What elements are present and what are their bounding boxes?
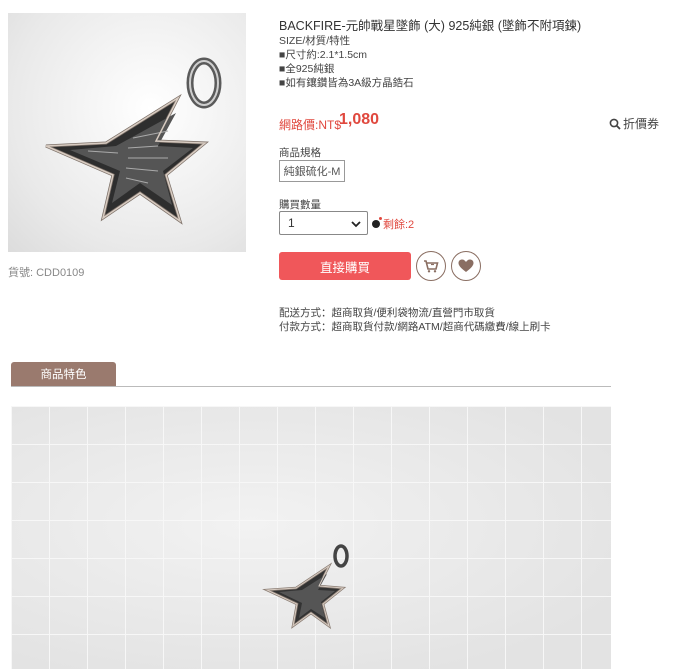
desc-line: ■如有鑲鑽皆為3A級方晶鋯石 — [279, 77, 414, 89]
price-value: 1,080 — [339, 111, 380, 128]
stock-text: 剩餘:2 — [383, 219, 415, 231]
desc-line: ■全925純銀 — [279, 63, 335, 75]
desc-line: SIZE/材質/特性 — [279, 35, 351, 47]
product-sku: 貨號: CDD0109 — [8, 267, 85, 279]
desc-line: ■尺寸約:2.1*1.5cm — [279, 49, 368, 61]
delivery-payment-info: 配送方式：超商取貨/便利袋物流/直營門市取貨 付款方式：超商取貨付款/網路ATM… — [279, 306, 551, 334]
buy-now-button[interactable]: 直接購買 — [279, 252, 411, 280]
quantity-value: 1 — [288, 216, 295, 230]
chevron-down-icon — [351, 221, 361, 228]
add-to-cart-button[interactable] — [416, 251, 446, 281]
payment-methods: 付款方式：超商取貨付款/網路ATM/超商代碼繳費/線上刷卡 — [279, 321, 551, 333]
search-icon — [609, 118, 621, 130]
star-pendant-image — [45, 57, 222, 225]
star-pendant-photo — [262, 544, 349, 630]
price-row: 網路價:NT$ 1,080 折價券 — [279, 111, 659, 133]
feature-image — [11, 406, 611, 669]
heart-icon — [458, 259, 474, 272]
quantity-select[interactable]: 1 — [279, 211, 368, 235]
price-label: 網路價:NT$ — [279, 118, 342, 132]
bomb-icon — [372, 217, 382, 228]
product-description: SIZE/材質/特性 ■尺寸約:2.1*1.5cm ■全925純銀 ■如有鑲鑽皆… — [279, 34, 414, 90]
product-title: BACKFIRE-元帥戰星墜飾 (大) 925純銀 (墜飾不附項鍊) — [279, 19, 582, 33]
tab-divider — [11, 386, 611, 387]
tab-features[interactable]: 商品特色 — [11, 362, 116, 386]
spec-option[interactable]: 純銀硫化-M — [279, 160, 345, 182]
product-image[interactable] — [8, 13, 246, 252]
favorite-button[interactable] — [451, 251, 481, 281]
stock-indicator: 剩餘:2 — [372, 216, 414, 232]
spec-label: 商品規格 — [279, 147, 321, 159]
quantity-label: 購買數量 — [279, 199, 321, 211]
coupon-link[interactable]: 折價券 — [609, 115, 659, 132]
delivery-methods: 配送方式：超商取貨/便利袋物流/直營門市取貨 — [279, 307, 495, 319]
cart-icon — [424, 260, 439, 273]
coupon-label: 折價券 — [622, 117, 659, 131]
